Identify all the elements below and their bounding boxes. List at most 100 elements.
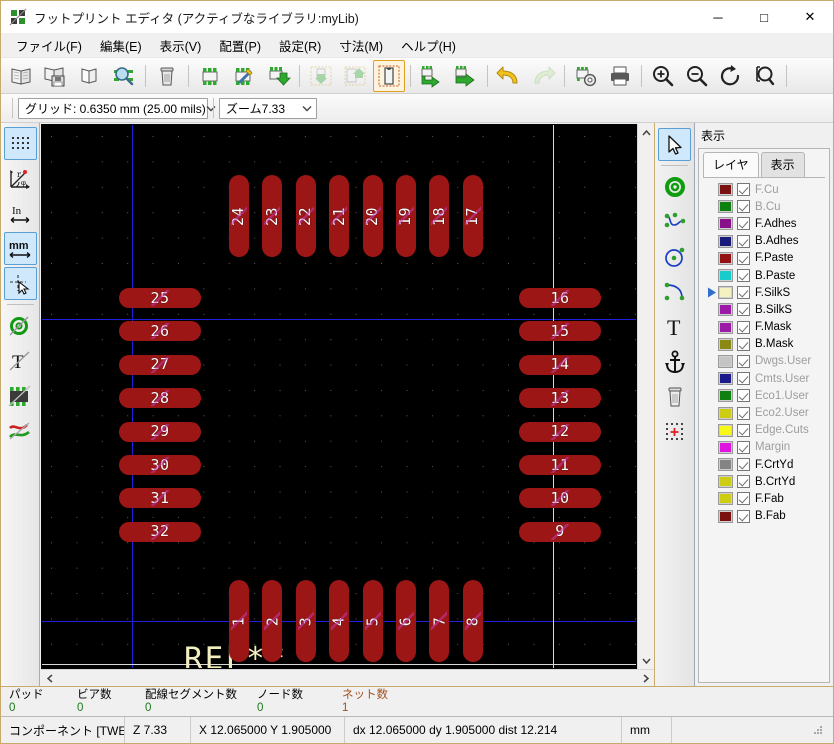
layer-row-b-crtyd[interactable]: B.CrtYd xyxy=(703,473,825,490)
close-button[interactable]: ✕ xyxy=(787,1,833,33)
layer-row-f-fab[interactable]: F.Fab xyxy=(703,490,825,507)
layer-row-f-mask[interactable]: F.Mask xyxy=(703,319,825,336)
add-pad-button[interactable] xyxy=(658,170,691,203)
show-graphics-sketch-button[interactable] xyxy=(4,379,37,412)
show-text-sketch-button[interactable]: T xyxy=(4,344,37,377)
print-button[interactable] xyxy=(604,60,636,92)
tab-layers[interactable]: レイヤ xyxy=(703,152,759,177)
layer-row-f-cu[interactable]: F.Cu xyxy=(703,181,825,198)
layer-visibility-checkbox[interactable] xyxy=(737,200,750,214)
layer-visibility-checkbox[interactable] xyxy=(737,458,750,472)
scroll-down-button[interactable] xyxy=(638,652,655,669)
layer-color-swatch[interactable] xyxy=(718,423,733,437)
import-from-board-button[interactable] xyxy=(305,60,337,92)
layer-color-swatch[interactable] xyxy=(718,509,733,523)
zoom-out-button[interactable] xyxy=(681,60,713,92)
layer-visibility-checkbox[interactable] xyxy=(737,406,750,420)
layer-color-swatch[interactable] xyxy=(718,183,733,197)
layer-row-b-mask[interactable]: B.Mask xyxy=(703,336,825,353)
pad-16[interactable]: 16 xyxy=(519,288,601,308)
scroll-right-button[interactable] xyxy=(637,670,654,687)
zoom-to-selection-button[interactable] xyxy=(749,60,781,92)
add-arc-button[interactable] xyxy=(658,275,691,308)
units-mm-button[interactable]: mm xyxy=(3,232,37,265)
layer-color-swatch[interactable] xyxy=(718,269,733,283)
select-active-library-button[interactable] xyxy=(6,60,38,92)
canvas-horizontal-scrollbar[interactable] xyxy=(41,669,654,686)
pad-10[interactable]: 10 xyxy=(519,488,601,509)
grid-select[interactable]: グリッド: 0.6350 mm (25.00 mils) xyxy=(18,97,216,119)
layer-color-swatch[interactable] xyxy=(718,406,733,420)
layer-visibility-checkbox[interactable] xyxy=(737,320,750,334)
layer-color-swatch[interactable] xyxy=(718,354,733,368)
polar-coords-button[interactable]: r φ xyxy=(4,162,37,195)
pad-8[interactable]: 8 xyxy=(462,580,483,662)
layer-row-f-silks[interactable]: F.SilkS xyxy=(703,284,825,301)
pad-12[interactable]: 12 xyxy=(519,421,601,442)
pcb-canvas[interactable]: REF** 2423222120191817123456782526272829… xyxy=(41,124,637,669)
layer-visibility-checkbox[interactable] xyxy=(737,269,750,283)
layer-visibility-checkbox[interactable] xyxy=(737,251,750,265)
canvas-vertical-scrollbar[interactable] xyxy=(637,124,654,669)
redo-button[interactable] xyxy=(527,60,559,92)
footprint-properties-button[interactable] xyxy=(228,60,260,92)
delete-footprint-button[interactable] xyxy=(151,60,183,92)
select-tool-button[interactable] xyxy=(658,128,691,161)
layer-visibility-checkbox[interactable] xyxy=(737,389,750,403)
toggle-grid-button[interactable] xyxy=(3,127,37,160)
update-to-board-button[interactable] xyxy=(339,60,371,92)
layer-color-swatch[interactable] xyxy=(718,440,733,454)
pad-32[interactable]: 32 xyxy=(119,521,201,542)
layer-row-b-paste[interactable]: B.Paste xyxy=(703,267,825,284)
pad-15[interactable]: 15 xyxy=(519,321,601,342)
layer-visibility-checkbox[interactable] xyxy=(737,183,750,197)
layer-visibility-checkbox[interactable] xyxy=(737,217,750,231)
open-footprint-button[interactable] xyxy=(108,60,140,92)
layer-color-swatch[interactable] xyxy=(718,492,733,506)
cursor-shape-button[interactable] xyxy=(3,267,37,300)
pad-28[interactable]: 28 xyxy=(119,388,201,409)
pad-25[interactable]: 25 xyxy=(119,288,201,308)
layer-visibility-checkbox[interactable] xyxy=(737,337,750,351)
pad-22[interactable]: 22 xyxy=(295,175,316,257)
pad-31[interactable]: 31 xyxy=(119,488,201,509)
module-properties-button[interactable] xyxy=(570,60,602,92)
zoom-select[interactable]: ズーム7.33 xyxy=(219,97,317,119)
scroll-up-button[interactable] xyxy=(638,124,655,141)
menu-dimensions[interactable]: 寸法(M) xyxy=(330,33,392,58)
layer-color-swatch[interactable] xyxy=(718,286,733,300)
pad-6[interactable]: 6 xyxy=(396,580,416,662)
layer-visibility-checkbox[interactable] xyxy=(737,423,750,437)
layer-color-swatch[interactable] xyxy=(718,337,733,351)
add-circle-button[interactable] xyxy=(658,240,691,273)
show-pads-sketch-button[interactable] xyxy=(4,309,37,342)
layer-visibility-checkbox[interactable] xyxy=(737,354,750,368)
pad-21[interactable]: 21 xyxy=(329,175,350,257)
pad-3[interactable]: 3 xyxy=(295,580,316,662)
layer-color-swatch[interactable] xyxy=(718,303,733,317)
layer-visibility-checkbox[interactable] xyxy=(737,234,750,248)
layer-row-dwgs-user[interactable]: Dwgs.User xyxy=(703,353,825,370)
set-origin-button[interactable] xyxy=(658,415,691,448)
high-contrast-button[interactable] xyxy=(4,414,37,447)
pad-9[interactable]: 9 xyxy=(519,521,601,542)
maximize-button[interactable]: □ xyxy=(741,1,787,33)
layer-visibility-checkbox[interactable] xyxy=(737,303,750,317)
pad-23[interactable]: 23 xyxy=(262,175,283,257)
layer-row-cmts-user[interactable]: Cmts.User xyxy=(703,370,825,387)
pad-1[interactable]: 1 xyxy=(229,580,249,662)
menu-preferences[interactable]: 設定(R) xyxy=(270,33,330,58)
tab-render[interactable]: 表示 xyxy=(760,152,805,177)
layer-visibility-checkbox[interactable] xyxy=(737,509,750,523)
layer-color-swatch[interactable] xyxy=(718,372,733,386)
minimize-button[interactable]: ─ xyxy=(695,1,741,33)
layer-row-edge-cuts[interactable]: Edge.Cuts xyxy=(703,422,825,439)
layer-color-swatch[interactable] xyxy=(718,217,733,231)
import-module-button[interactable] xyxy=(416,60,448,92)
pad-5[interactable]: 5 xyxy=(362,580,383,662)
set-anchor-button[interactable] xyxy=(658,345,691,378)
pad-14[interactable]: 14 xyxy=(519,354,601,375)
export-footprint-button[interactable] xyxy=(262,60,294,92)
pad-24[interactable]: 24 xyxy=(229,175,249,257)
layer-visibility-checkbox[interactable] xyxy=(737,475,750,489)
